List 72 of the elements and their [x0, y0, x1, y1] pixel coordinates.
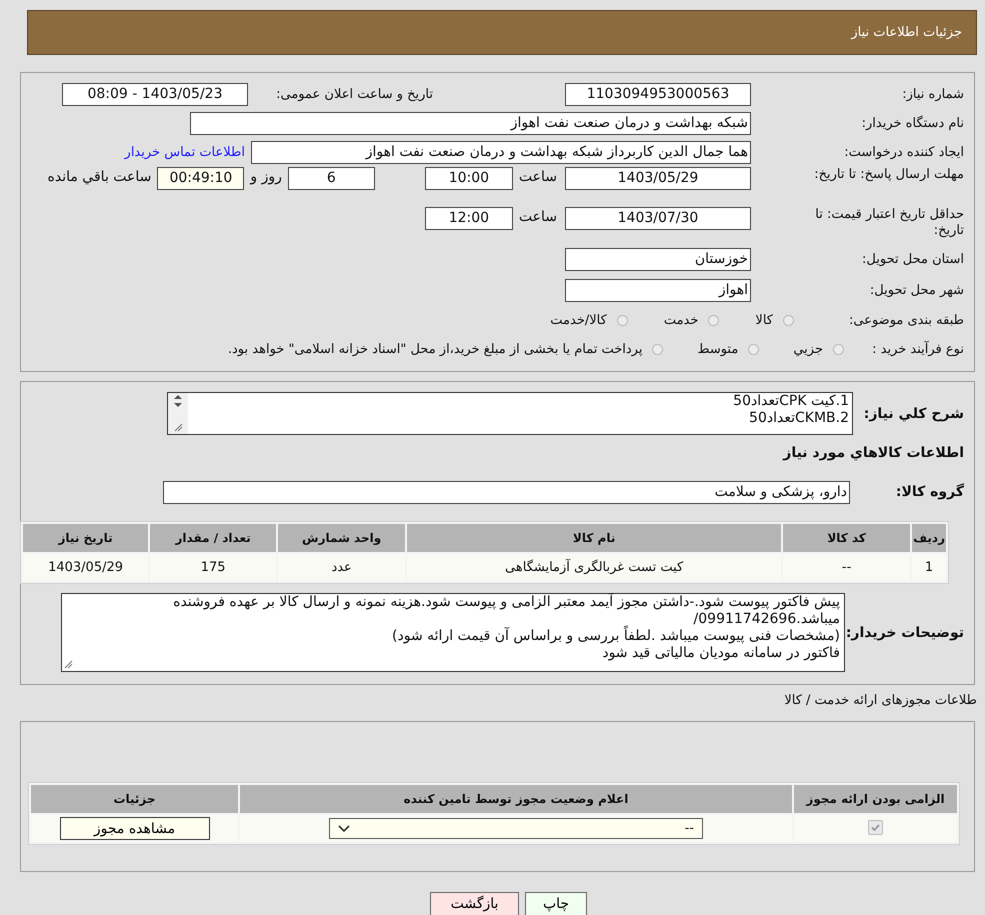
column-header: جزئیات	[31, 785, 238, 813]
caret-icon	[338, 824, 350, 832]
field-label: شهر محل تحویل:	[868, 282, 964, 298]
field-label: تاریخ و ساعت اعلان عمومی:	[275, 87, 433, 102]
option-label: کالا	[755, 312, 773, 328]
resize-grip-icon	[64, 660, 73, 669]
notes-line: پیش فاکتور پیوست شود.-داشتن مجوز آیمد معتبر الزامی و پیوست شود.هزینه نمونه و ارسال کالا بر عهده فروشنده میباشد.09911742696/	[172, 594, 840, 627]
value-field: دارو، پزشکی و سلامت	[163, 480, 850, 504]
scroll-arrows-icon	[174, 395, 182, 407]
column-header: واحد شمارش	[278, 524, 406, 552]
field-label: نوع فرآیند خرید :	[871, 342, 964, 356]
field-label: ایجاد کننده درخواست:	[843, 145, 964, 160]
value-field: شبکه بهداشت و درمان صنعت نفت اهواز	[190, 112, 751, 135]
column-header: تاریخ نیاز	[23, 524, 148, 552]
print-button[interactable]: چاپ	[525, 892, 587, 915]
table-cell: عدد	[278, 554, 406, 581]
field-label: ساعت باقي مانده	[48, 168, 152, 185]
value-field: 12:00	[424, 207, 513, 230]
table-cell: 175	[150, 554, 276, 581]
option-label: پرداخت تمام یا بخشی از مبلغ خرید،از محل "اسناد خزانه اسلامی" خواهد بود.	[228, 342, 642, 356]
column-header: نام کالا	[407, 524, 782, 552]
radio-button[interactable]	[833, 344, 844, 354]
value-field: 1403/05/29	[565, 167, 751, 190]
table-cell: کیت تست غربالگری آزمایشگاهی	[407, 554, 782, 581]
radio-button[interactable]	[652, 344, 664, 354]
field-label: حداقل تاریخ اعتبار قیمت: تا تاریخ:	[814, 207, 964, 239]
field-label: نام دستگاه خریدار:	[860, 116, 964, 131]
column-header: الزامی بودن ارائه مجوز	[794, 785, 957, 813]
table-cell: --	[783, 554, 910, 581]
notes-line: فاکتور در سامانه مودیان مالیاتی قید شود	[601, 645, 840, 662]
column-header: تعداد / مقدار	[150, 524, 276, 552]
contact-link[interactable]: اطلاعات تماس خریدار	[124, 145, 245, 160]
description-line: 1.کیت CPKتعداد50	[732, 393, 849, 410]
field-label: ساعت	[518, 208, 558, 225]
field-label: طبقه بندی موضوعی:	[848, 312, 964, 328]
value-field: خوزستان	[565, 248, 751, 270]
value-field: 10:00	[424, 167, 513, 190]
radio-button[interactable]	[708, 314, 720, 326]
field-label: شماره نیاز:	[901, 87, 964, 102]
description-line: 2.CKMBتعداد50	[748, 410, 849, 427]
option-label: خدمت	[664, 312, 698, 328]
field-label: استان محل تحویل:	[861, 252, 964, 266]
field-label: مهلت ارسال پاسخ: تا تاریخ:	[813, 167, 964, 183]
field-label: روز و	[248, 168, 283, 185]
column-header: کد کالا	[783, 524, 910, 552]
value-field: هما جمال الدین کاربرداز شبکه بهداشت و درمان صنعت نفت اهواز	[251, 141, 751, 164]
table-cell: 1	[912, 554, 946, 581]
value-field: 6	[288, 167, 375, 190]
radio-button[interactable]	[616, 314, 628, 326]
option-label: کالا/خدمت	[550, 312, 607, 328]
field-label: توضیحات خریدار:	[845, 624, 964, 640]
radio-button[interactable]	[748, 344, 760, 354]
value-field: 00:49:10	[157, 167, 244, 190]
value-field: 1403/05/23 - 08:09	[62, 83, 248, 106]
value-field: اهواز	[565, 278, 751, 302]
field-label: گروه کالا:	[894, 484, 964, 500]
page-title: جزئیات اطلاعات نیاز	[851, 25, 962, 40]
option-label: متوسط	[697, 342, 738, 356]
resize-grip-icon	[174, 423, 182, 432]
section-title: اطلاعات کالاهاي مورد نياز	[783, 445, 964, 461]
value-field: 1403/07/30	[565, 207, 751, 230]
radio-button[interactable]	[783, 314, 794, 326]
value-field: 1103094953000563	[565, 83, 751, 106]
column-header: ردیف	[912, 524, 946, 552]
field-label: شرح کلي نياز:	[862, 406, 964, 422]
notes-line: (مشخصات فنی پیوست میباشد .لطفاً بررسی و براساس آن قیمت ارائه شود)	[66, 628, 840, 645]
column-header: اعلام وضعیت مجوز توسط تامین کننده	[240, 785, 792, 813]
table-cell: 1403/05/29	[23, 554, 148, 581]
back-button[interactable]: بازگشت	[430, 892, 519, 915]
option-label: جزيي	[793, 342, 823, 356]
section-title: طلاعات مجوزهای ارائه خدمت / کالا	[784, 693, 977, 708]
field-label: ساعت	[518, 168, 558, 185]
